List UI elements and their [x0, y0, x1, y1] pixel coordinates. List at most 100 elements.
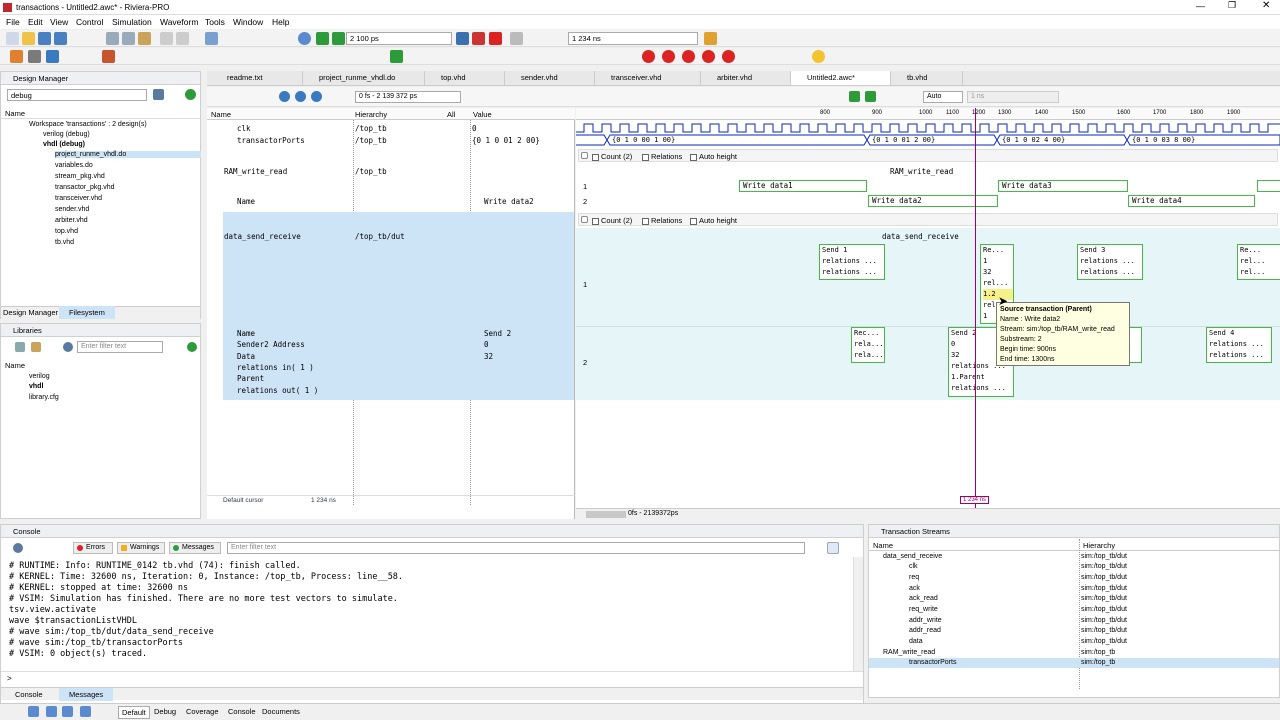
breakpoint-5-icon[interactable]	[722, 50, 735, 63]
breakpoint-2-icon[interactable]	[662, 50, 675, 63]
group-expand-icon[interactable]	[581, 152, 588, 159]
group-expand-icon-2[interactable]	[581, 216, 588, 223]
run-for-input[interactable]: 2 100 ps	[346, 32, 452, 45]
close-button[interactable]: ✕	[1262, 0, 1270, 11]
time-go-icon[interactable]	[704, 32, 717, 45]
refresh-icon[interactable]	[185, 89, 196, 100]
tx-write-data4[interactable]: Write data4	[1128, 195, 1255, 207]
ram-auto-option[interactable]: Auto height	[690, 152, 737, 161]
restart-icon[interactable]	[298, 32, 311, 45]
tab-design-manager[interactable]: Design Manager	[3, 308, 58, 317]
tree-tb[interactable]: tb.vhd	[55, 239, 74, 246]
tab-console[interactable]: Console	[5, 689, 53, 700]
maximize-button[interactable]: ❐	[1228, 0, 1236, 11]
time-field[interactable]: 1 234 ns	[568, 32, 698, 45]
tree-transactor-pkg[interactable]: transactor_pkg.vhd	[55, 184, 115, 191]
hint-icon[interactable]	[812, 50, 825, 63]
run-for-icon[interactable]	[332, 32, 345, 45]
dsr-auto-checkbox[interactable]	[690, 217, 697, 225]
tree-verilog[interactable]: verilog (debug)	[43, 131, 90, 138]
save-icon[interactable]	[38, 32, 51, 45]
col-value[interactable]: Value	[473, 110, 492, 119]
stream-clk[interactable]: clk	[909, 563, 918, 570]
menu-control[interactable]: Control	[76, 17, 103, 27]
tree-workspace[interactable]: Workspace 'transactions' : 2 design(s)	[29, 121, 147, 128]
tab-sender[interactable]: sender.vhd	[505, 71, 595, 85]
tab-arbiter[interactable]: arbiter.vhd	[701, 71, 791, 85]
tab-tb[interactable]: tb.vhd	[891, 71, 963, 85]
tree-project-runme[interactable]: project_runme_vhdl.do	[55, 151, 201, 158]
stream-addr-read[interactable]: addr_read	[909, 627, 941, 634]
library-edit-icon[interactable]	[31, 342, 41, 352]
tree-arbiter[interactable]: arbiter.vhd	[55, 217, 88, 224]
tx-send1[interactable]: Send 1 relations ... relations ...	[819, 244, 885, 280]
layout-documents[interactable]: Documents	[262, 707, 300, 716]
dsr-count-checkbox[interactable]	[592, 217, 599, 225]
zoom-fit-icon[interactable]	[311, 91, 322, 102]
tx-write-data3[interactable]: Write data3	[998, 180, 1128, 192]
library-add-icon[interactable]	[15, 342, 25, 352]
tx-send3[interactable]: Send 3 relations ... relations ...	[1077, 244, 1143, 280]
console-filter-input[interactable]: Enter filter text	[227, 542, 805, 554]
copy-icon[interactable]	[122, 32, 135, 45]
tree-transceiver[interactable]: transceiver.vhd	[55, 195, 102, 202]
library-vhdl[interactable]: vhdl	[29, 383, 43, 390]
layout-icon-1[interactable]	[28, 706, 39, 717]
break-icon[interactable]	[510, 32, 523, 45]
signal-data-send-receive[interactable]: data_send_receive	[224, 232, 301, 241]
signal-clk[interactable]: clk	[237, 124, 251, 133]
layout-icon-4[interactable]	[80, 706, 91, 717]
redo-icon[interactable]	[176, 32, 189, 45]
layout-coverage[interactable]: Coverage	[186, 707, 219, 716]
warnings-button[interactable]: Warnings	[117, 542, 165, 554]
find-icon[interactable]	[205, 32, 218, 45]
signal-ram-write-read[interactable]: RAM_write_read	[224, 167, 287, 176]
library-filter-input[interactable]: Enter filter text	[77, 341, 163, 353]
stream-req[interactable]: req	[909, 574, 919, 581]
menu-window[interactable]: Window	[233, 17, 263, 27]
run-icon[interactable]	[316, 32, 329, 45]
ram-count-checkbox[interactable]	[592, 153, 599, 161]
signal-transactor-ports[interactable]: transactorPorts	[237, 136, 305, 145]
ram-relations-option[interactable]: Relations	[642, 152, 682, 161]
minimize-button[interactable]: —	[1196, 1, 1205, 11]
library-verilog[interactable]: verilog	[29, 373, 50, 380]
messages-button[interactable]: Messages	[169, 542, 221, 554]
stop-icon[interactable]	[489, 32, 502, 45]
tx-rec[interactable]: Rec... rela... rela...	[851, 327, 885, 363]
ram-auto-checkbox[interactable]	[690, 153, 697, 161]
console-scrollbar[interactable]	[853, 557, 863, 671]
build-icon[interactable]	[102, 50, 115, 63]
layout-console[interactable]: Console	[228, 707, 256, 716]
layout-icon-2[interactable]	[46, 706, 57, 717]
dsr-count-option[interactable]: Count (2)	[592, 216, 632, 225]
tx-re-right[interactable]: Re... rel... rel...	[1237, 244, 1280, 280]
wave-unit-field[interactable]: 1 ns	[967, 91, 1059, 103]
wave-mode-select[interactable]: Auto	[923, 91, 963, 103]
menu-view[interactable]: View	[50, 17, 68, 27]
tab-messages[interactable]: Messages	[59, 688, 114, 701]
step-icon[interactable]	[456, 32, 469, 45]
menu-tools[interactable]: Tools	[205, 17, 225, 27]
menu-simulation[interactable]: Simulation	[112, 17, 152, 27]
stream-req-write[interactable]: req_write	[909, 606, 938, 613]
rewind-icon[interactable]	[472, 32, 485, 45]
tab-readme[interactable]: readme.txt	[211, 71, 303, 85]
tx-write-data-edge[interactable]	[1257, 180, 1280, 192]
cut-icon[interactable]	[106, 32, 119, 45]
scrollbar-thumb[interactable]	[586, 511, 626, 518]
time-cursor-line[interactable]	[975, 108, 976, 508]
wave-scrollbar[interactable]: 0fs - 2139372ps	[576, 508, 1280, 519]
stream-ram-write-read[interactable]: RAM_write_read	[883, 649, 935, 656]
ram-relations-checkbox[interactable]	[642, 153, 649, 161]
tree-stream-pkg[interactable]: stream_pkg.vhd	[55, 173, 105, 180]
tab-project-runme[interactable]: project_runme_vhdl.do	[303, 71, 425, 85]
wave-range-input[interactable]: 0 fs - 2 139 372 ps	[355, 91, 461, 103]
stream-data-send-receive[interactable]: data_send_receive	[883, 553, 942, 560]
library-search-icon[interactable]	[63, 342, 73, 352]
settings-icon[interactable]	[153, 89, 164, 100]
compile-icon[interactable]	[10, 50, 23, 63]
library-cfg[interactable]: library.cfg	[29, 394, 59, 401]
col-hierarchy[interactable]: Hierarchy	[355, 110, 387, 119]
tree-vhdl[interactable]: vhdl (debug)	[43, 141, 85, 148]
